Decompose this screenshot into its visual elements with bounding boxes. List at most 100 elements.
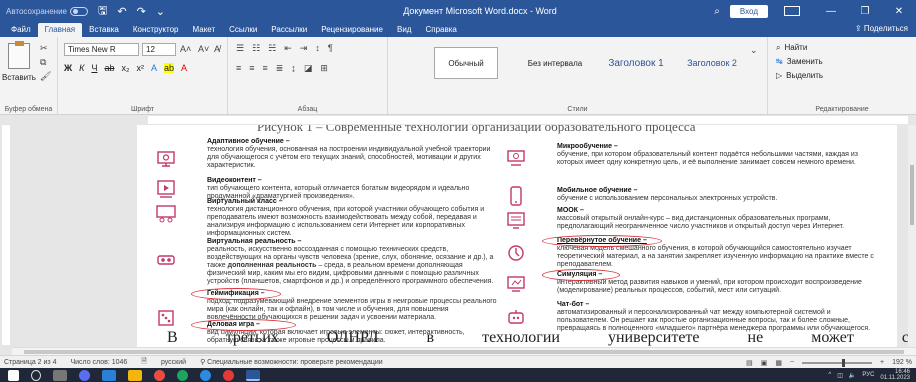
shrink-font-icon[interactable]: A˅: [198, 44, 209, 54]
app-icon[interactable]: [102, 369, 116, 381]
zoom-out-icon[interactable]: −: [790, 359, 794, 366]
microlearning-icon: [507, 150, 525, 166]
chrome-icon[interactable]: [177, 369, 188, 381]
borders-icon[interactable]: ⊞: [320, 63, 328, 74]
tab-layout[interactable]: Макет: [185, 23, 222, 37]
justify-icon[interactable]: ≣: [276, 63, 284, 74]
mooc-icon: [507, 212, 525, 229]
tab-design[interactable]: Конструктор: [126, 23, 186, 37]
bold-icon[interactable]: Ж: [64, 63, 72, 73]
numbering-icon[interactable]: ☷: [252, 43, 260, 54]
format-painter-icon[interactable]: 🖌: [40, 71, 51, 82]
undo-icon[interactable]: ↶: [117, 5, 126, 18]
yandex-browser-icon[interactable]: [154, 369, 165, 381]
redo-icon[interactable]: ↷: [137, 5, 146, 18]
tab-view[interactable]: Вид: [390, 23, 418, 37]
style-heading-2[interactable]: Заголовок 2: [680, 47, 744, 79]
share-button[interactable]: ⇪ Поделиться: [855, 24, 908, 33]
accessibility-status[interactable]: ⚲ Специальные возможности: проверьте рек…: [200, 358, 383, 366]
tab-home[interactable]: Главная: [37, 23, 83, 37]
horizontal-ruler[interactable]: [0, 115, 916, 125]
text-effects-icon[interactable]: A: [151, 63, 157, 73]
paste-icon[interactable]: [8, 41, 30, 69]
autosave-toggle[interactable]: Автосохранение: [6, 6, 88, 16]
file-explorer-icon[interactable]: [128, 369, 142, 381]
replace-button[interactable]: ↹ Заменить: [776, 57, 823, 66]
tab-insert[interactable]: Вставка: [82, 23, 126, 37]
ribbon-display-options-icon[interactable]: [784, 6, 800, 16]
save-icon[interactable]: 🖫: [98, 2, 107, 21]
horizontal-scroll-thumb[interactable]: [24, 350, 904, 354]
multilevel-list-icon[interactable]: ☵: [268, 43, 276, 54]
styles-more-icon[interactable]: ⌄: [750, 45, 758, 56]
customize-qat-icon[interactable]: ⌄: [156, 5, 165, 18]
restore-icon[interactable]: ❐: [848, 0, 882, 22]
login-button[interactable]: Вход: [729, 4, 768, 18]
start-icon[interactable]: [8, 369, 19, 381]
word-count[interactable]: Число слов: 1046: [70, 359, 127, 366]
tab-help[interactable]: Справка: [418, 23, 463, 37]
search-icon[interactable]: [31, 369, 41, 381]
network-icon[interactable]: ◫: [837, 372, 843, 379]
cut-icon[interactable]: ✂: [40, 43, 48, 54]
document-page[interactable]: Рисунок 1 – Современные технологии орган…: [137, 125, 908, 347]
zoom-slider[interactable]: [802, 358, 873, 367]
vertical-ruler[interactable]: [0, 125, 12, 345]
font-color-icon[interactable]: A: [181, 63, 187, 73]
opera-icon[interactable]: [223, 369, 234, 381]
vertical-scroll-thumb[interactable]: [910, 165, 914, 225]
app-icon[interactable]: [200, 369, 211, 381]
tab-file[interactable]: Файл: [4, 23, 38, 37]
strikethrough-icon[interactable]: ab: [104, 63, 114, 73]
zoom-level[interactable]: 192 %: [892, 359, 912, 366]
superscript-icon[interactable]: x²: [136, 63, 144, 73]
show-marks-icon[interactable]: ¶: [328, 43, 333, 54]
read-mode-icon[interactable]: ▤: [746, 359, 753, 367]
underline-icon[interactable]: Ч: [91, 63, 97, 73]
clear-format-icon[interactable]: A̸: [214, 44, 220, 54]
tray-chevron-icon[interactable]: ^: [828, 372, 831, 378]
tab-mailings[interactable]: Рассылки: [264, 23, 314, 37]
zoom-in-icon[interactable]: +: [880, 359, 884, 366]
spell-check-icon[interactable]: 🗎: [141, 357, 147, 368]
align-left-icon[interactable]: ≡: [236, 63, 241, 74]
task-view-icon[interactable]: [53, 369, 67, 381]
search-icon[interactable]: ⌕: [714, 6, 720, 17]
select-button[interactable]: ▷ Выделить: [776, 71, 823, 80]
app-icon[interactable]: [79, 369, 90, 381]
align-right-icon[interactable]: ≡: [263, 63, 268, 74]
style-normal[interactable]: Обычный: [434, 47, 498, 79]
language-indicator[interactable]: русский: [161, 359, 186, 366]
horizontal-scrollbar[interactable]: [12, 347, 916, 355]
subscript-icon[interactable]: x₂: [121, 63, 129, 73]
font-size-select[interactable]: 12: [142, 43, 176, 56]
word-icon[interactable]: [246, 369, 260, 381]
sort-icon[interactable]: ↕: [315, 43, 320, 54]
font-name-select[interactable]: Times New R: [64, 43, 139, 56]
italic-icon[interactable]: К: [79, 63, 84, 73]
decrease-indent-icon[interactable]: ⇤: [284, 43, 292, 54]
vertical-scrollbar[interactable]: [908, 125, 916, 347]
shading-icon[interactable]: ◪: [304, 63, 313, 74]
close-icon[interactable]: ✕: [882, 0, 916, 22]
line-spacing-icon[interactable]: ↨: [291, 63, 296, 74]
highlight-icon[interactable]: ab: [163, 63, 174, 73]
style-no-spacing[interactable]: Без интервала: [520, 47, 590, 79]
increase-indent-icon[interactable]: ⇥: [300, 43, 308, 54]
tab-references[interactable]: Ссылки: [222, 23, 264, 37]
bullets-icon[interactable]: ☰: [236, 43, 244, 54]
web-layout-icon[interactable]: ▦: [775, 359, 782, 367]
align-center-icon[interactable]: ≡: [249, 63, 254, 74]
clock[interactable]: 16:46 01.11.2023: [880, 369, 910, 381]
volume-icon[interactable]: 🔈: [849, 372, 856, 379]
paste-button[interactable]: Вставить: [2, 73, 36, 82]
copy-icon[interactable]: ⧉: [40, 57, 46, 68]
print-layout-icon[interactable]: ▣: [761, 359, 768, 367]
grow-font-icon[interactable]: A˄: [180, 44, 191, 54]
keyboard-layout[interactable]: РУС: [862, 372, 874, 378]
find-button[interactable]: ⌕ Найти: [776, 43, 807, 53]
minimize-icon[interactable]: —: [814, 0, 848, 22]
style-heading-1[interactable]: Заголовок 1: [594, 47, 678, 79]
page-count[interactable]: Страница 2 из 4: [4, 359, 56, 366]
tab-review[interactable]: Рецензирование: [314, 23, 390, 37]
